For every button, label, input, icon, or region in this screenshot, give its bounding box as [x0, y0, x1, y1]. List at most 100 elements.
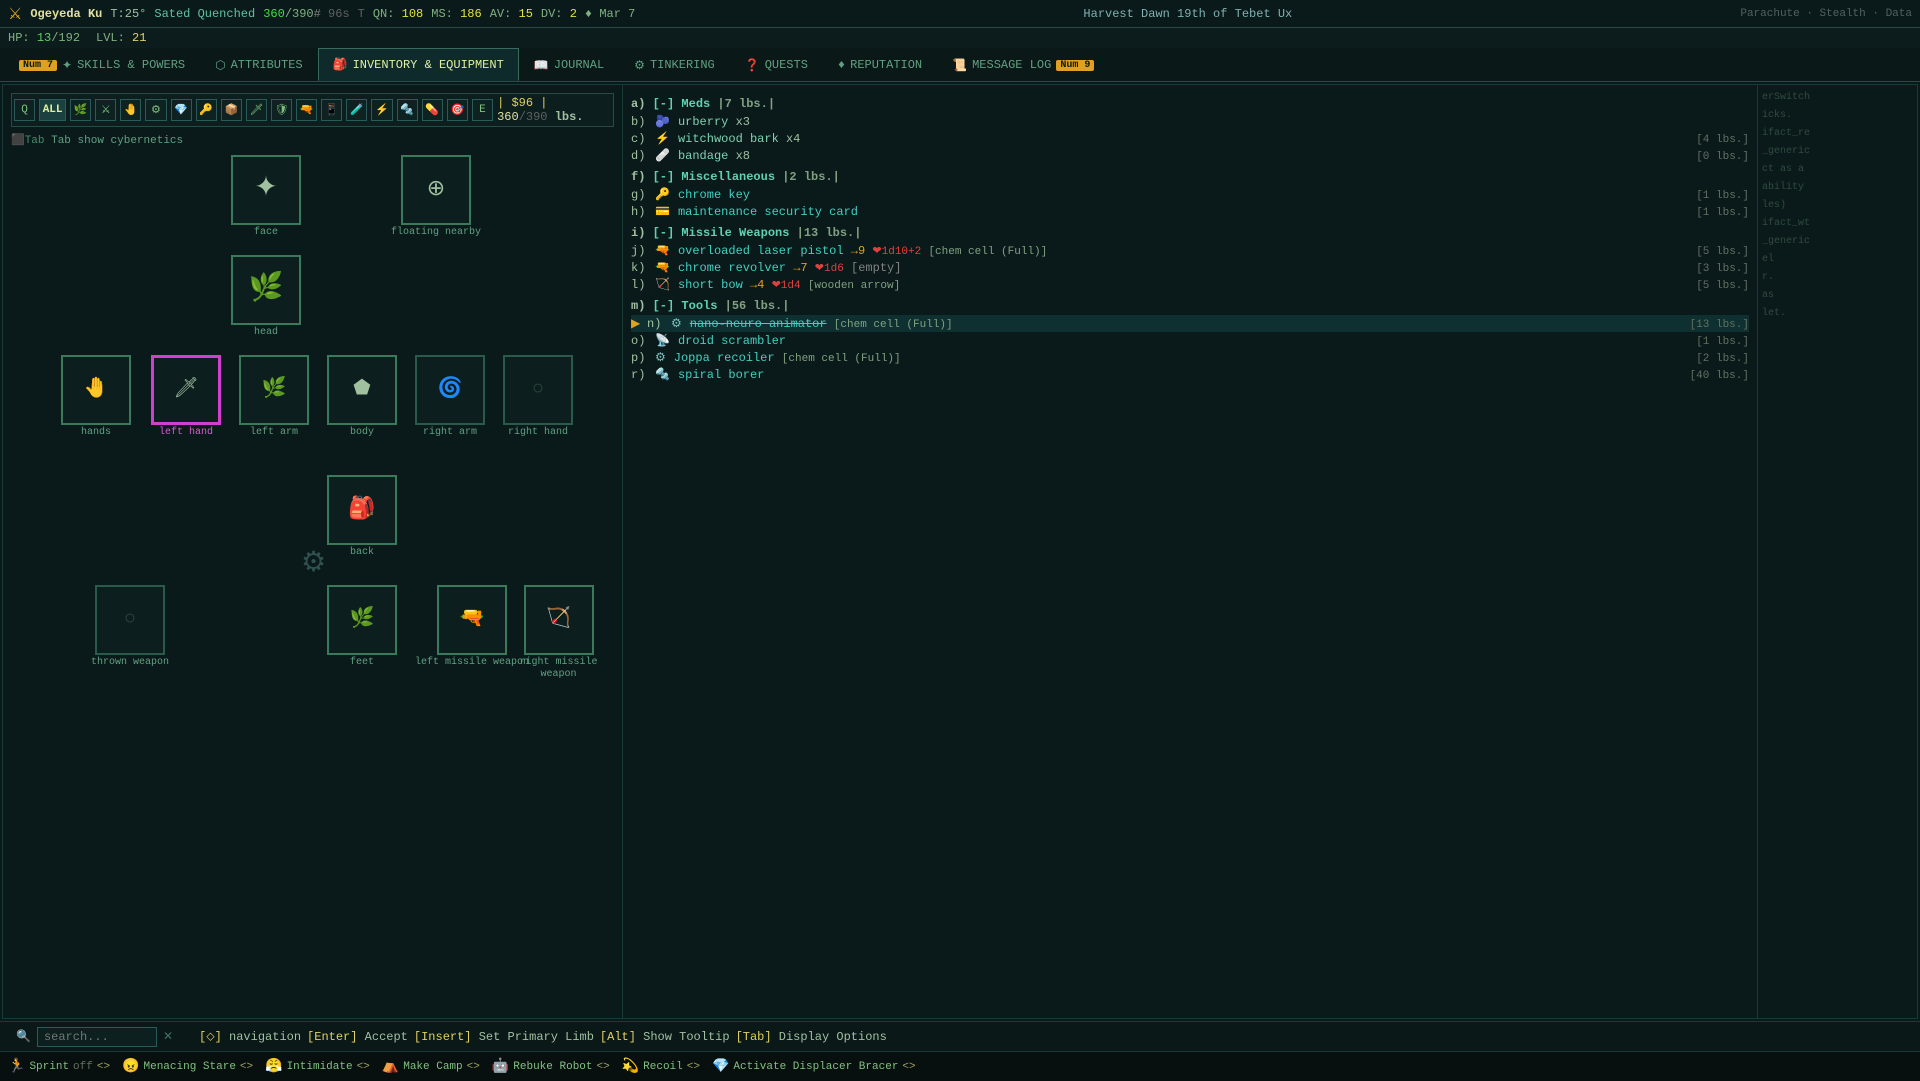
slot-hands[interactable]: 🤚 hands — [61, 355, 131, 439]
item-chrome-key[interactable]: g) 🔑 chrome key [1 lbs.] — [631, 186, 1749, 203]
ability-displacer[interactable]: 💎 Activate Displacer Bracer <> — [712, 1058, 916, 1075]
filter-btn-15[interactable]: 💊 — [422, 99, 443, 121]
slot-right-hand[interactable]: ○ right hand — [503, 355, 573, 439]
slot-face-label: face — [254, 227, 278, 239]
slot-body-label: body — [350, 427, 374, 439]
filter-btn-4[interactable]: ⚙ — [145, 99, 166, 121]
filter-btn-16[interactable]: 🎯 — [447, 99, 468, 121]
slot-left-arm-label: left arm — [250, 427, 298, 439]
nav-tabs: Num 7 ✦ SKILLS & POWERS ⬡ ATTRIBUTES 🎒 I… — [0, 48, 1920, 82]
filter-btn-6[interactable]: 🔑 — [196, 99, 217, 121]
back-item-sprite: 🎒 — [348, 499, 375, 521]
item-witchwood[interactable]: c) ⚡ witchwood bark x4 [4 lbs.] — [631, 130, 1749, 147]
tab-quests[interactable]: ❓ QUESTS — [730, 48, 823, 81]
slot-body[interactable]: ⬟ body — [327, 355, 397, 439]
tab-reputation[interactable]: ♦ REPUTATION — [823, 48, 937, 81]
char-icon: ⚔ — [8, 4, 22, 24]
item-laser-pistol[interactable]: j) 🔫 overloaded laser pistol →9 ❤1d10+2 … — [631, 242, 1749, 259]
ability-menacing-stare[interactable]: 😠 Menacing Stare <> — [122, 1058, 253, 1075]
filter-all-button[interactable]: ALL — [39, 99, 66, 121]
slot-left-arm[interactable]: 🌿 left arm — [239, 355, 309, 439]
tab-attributes[interactable]: ⬡ ATTRIBUTES — [200, 48, 318, 81]
left-hand-item-sprite: 🗡 — [173, 380, 198, 400]
tab-tinkering[interactable]: ⚙ TINKERING — [619, 48, 730, 81]
top-bar: ⚔ Ogeyeda Ku T:25° Sated Quenched 360/39… — [0, 0, 1920, 28]
slot-hands-label: hands — [81, 427, 111, 439]
tab-journal[interactable]: 📖 JOURNAL — [519, 48, 619, 81]
ability-make-camp[interactable]: ⛺ Make Camp <> — [382, 1058, 480, 1075]
item-joppa-recoiler[interactable]: p) ⚙ Joppa recoiler [chem cell (Full)] [… — [631, 349, 1749, 366]
slot-back-label: back — [350, 547, 374, 559]
slot-head-label: head — [254, 327, 278, 339]
ability-sprint[interactable]: 🏃 Sprint off <> — [8, 1058, 110, 1075]
displacer-icon: 💎 — [712, 1058, 729, 1075]
money-display: | $96 | 360/390 lbs. — [497, 96, 611, 124]
slot-left-hand[interactable]: 🗡 left hand — [151, 355, 221, 439]
tab-inventory[interactable]: 🎒 INVENTORY & EQUIPMENT — [318, 48, 519, 81]
ability-intimidate[interactable]: 😤 Intimidate <> — [265, 1058, 370, 1075]
filter-btn-2[interactable]: ⚔ — [95, 99, 116, 121]
filter-q-button[interactable]: Q — [14, 99, 35, 121]
left-missile-item-sprite: 🔫 — [460, 610, 485, 630]
filter-btn-1[interactable]: 🌿 — [70, 99, 91, 121]
hp-bar: HP: 13/192 LVL: 21 — [0, 28, 1920, 48]
slot-thrown-label: thrown weapon — [91, 657, 169, 669]
center-connector: ⚙ — [301, 545, 326, 580]
slot-right-arm[interactable]: 🌀 right arm — [415, 355, 485, 439]
filter-btn-5[interactable]: 💎 — [171, 99, 192, 121]
slots-area: ✦ face ⊕ floating nearby 🌿 head — [11, 155, 614, 675]
alt-keybind: [Alt] Show Tooltip — [600, 1030, 730, 1044]
item-chrome-revolver[interactable]: k) 🔫 chrome revolver →7 ❤1d6 [empty] [3 … — [631, 259, 1749, 276]
slot-floating-nearby[interactable]: ⊕ floating nearby — [391, 155, 481, 239]
filter-btn-13[interactable]: ⚡ — [371, 99, 392, 121]
filter-btn-3[interactable]: 🤚 — [120, 99, 141, 121]
ability-recoil[interactable]: 💫 Recoil <> — [622, 1058, 700, 1075]
item-bandage[interactable]: d) 🩹 bandage x8 [0 lbs.] — [631, 147, 1749, 164]
item-short-bow[interactable]: l) 🏹 short bow →4 ❤1d4 [wooden arrow] [5… — [631, 276, 1749, 293]
enter-keybind: [Enter] Accept — [307, 1030, 408, 1044]
hands-item-sprite: 🤚 — [84, 380, 109, 400]
slot-thrown-weapon[interactable]: ○ thrown weapon — [91, 585, 169, 669]
item-security-card[interactable]: h) 💳 maintenance security card [1 lbs.] — [631, 203, 1749, 220]
search-input[interactable] — [37, 1027, 157, 1047]
filter-btn-7[interactable]: 📦 — [221, 99, 242, 121]
slot-left-hand-label: left hand — [159, 427, 213, 439]
right-sidebar: erSwitch icks. ifact_re _generic ct as a… — [1757, 85, 1917, 1018]
tab-messagelog[interactable]: 📜 MESSAGE LOG Num 9 — [937, 48, 1109, 81]
right-info: Parachute · Stealth · Data — [1740, 8, 1912, 20]
filter-btn-10[interactable]: 🔫 — [296, 99, 317, 121]
slot-right-missile[interactable]: 🏹 right missile weapon — [503, 585, 614, 681]
tools-header: m) [-] Tools |56 lbs.| — [631, 299, 1749, 313]
filter-btn-11[interactable]: 📱 — [321, 99, 342, 121]
filter-btn-14[interactable]: 🔩 — [397, 99, 418, 121]
filter-btn-17[interactable]: E — [472, 99, 493, 121]
slot-right-hand-label: right hand — [508, 427, 568, 439]
filter-btn-9[interactable]: 🛡 — [271, 99, 292, 121]
item-droid-scrambler[interactable]: o) 📡 droid scrambler [1 lbs.] — [631, 332, 1749, 349]
menacing-stare-icon: 😠 — [122, 1058, 139, 1075]
right-hand-item-sprite: ○ — [532, 380, 544, 400]
tab-skills[interactable]: Num 7 ✦ SKILLS & POWERS — [4, 48, 200, 81]
ability-rebuke-robot[interactable]: 🤖 Rebuke Robot <> — [492, 1058, 610, 1075]
tab-keybind: [Tab] Display Options — [736, 1030, 887, 1044]
slot-floating-label: floating nearby — [391, 227, 481, 239]
slot-face[interactable]: ✦ face — [231, 155, 301, 239]
slot-back[interactable]: 🎒 back — [327, 475, 397, 559]
section-missiles: i) [-] Missile Weapons |13 lbs.| j) 🔫 ov… — [631, 226, 1749, 293]
item-spiral-borer[interactable]: r) 🔩 spiral borer [40 lbs.] — [631, 366, 1749, 383]
insert-keybind: [Insert] Set Primary Limb — [414, 1030, 594, 1044]
inventory-panel: a) [-] Meds |7 lbs.| b) 🫐 urberry x3 c) … — [623, 85, 1757, 1018]
slot-head[interactable]: 🌿 head — [231, 255, 301, 339]
cybernetics-toggle[interactable]: ⬛Tab Tab show cybernetics — [11, 133, 614, 147]
sprint-icon: 🏃 — [8, 1058, 25, 1075]
item-urberry[interactable]: b) 🫐 urberry x3 — [631, 113, 1749, 130]
item-nano-neuro[interactable]: ▶ n) ⚙ nano-neuro animator [chem cell (F… — [631, 315, 1749, 332]
thrown-item-sprite: ○ — [124, 610, 136, 630]
equipment-panel: Q ALL 🌿 ⚔ 🤚 ⚙ 💎 🔑 📦 🗡 🛡 🔫 📱 🧪 ⚡ 🔩 💊 🎯 E … — [3, 85, 623, 1018]
char-name: Ogeyeda Ku — [30, 7, 102, 21]
slot-feet[interactable]: 🌿 feet — [327, 585, 397, 669]
search-area: 🔍 ✕ — [16, 1027, 173, 1047]
filter-btn-12[interactable]: 🧪 — [346, 99, 367, 121]
body-item-sprite: ⬟ — [353, 380, 370, 400]
filter-btn-8[interactable]: 🗡 — [246, 99, 267, 121]
